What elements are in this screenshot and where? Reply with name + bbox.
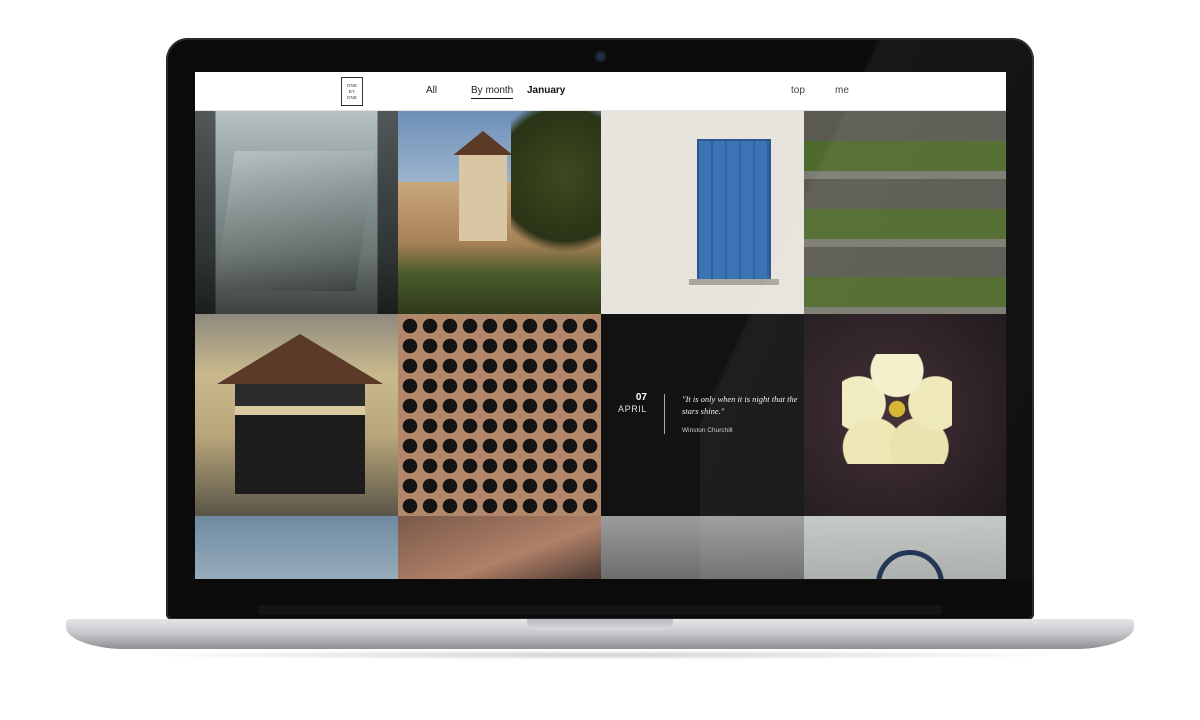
quote-tile: 07 APRIL "It is only when it is night th… (601, 314, 804, 516)
photo-tile[interactable] (601, 111, 804, 314)
top-nav: ONE BY ONE All By month January top me (195, 72, 1006, 111)
logo-line-3: ONE (346, 95, 358, 100)
bezel-bottom (258, 605, 942, 615)
screen: ONE BY ONE All By month January top me 0… (195, 72, 1006, 579)
laptop-shadow (120, 650, 1080, 660)
quote-date: 07 APRIL (617, 392, 647, 414)
photo-tile[interactable] (398, 516, 601, 579)
photo-tile[interactable] (195, 516, 398, 579)
nav-me-link[interactable]: me (835, 85, 849, 96)
nav-top-link[interactable]: top (791, 85, 805, 96)
laptop-notch (527, 619, 673, 630)
quote-text: "It is only when it is night that the st… (682, 394, 798, 416)
quote-month: APRIL (617, 404, 647, 414)
logo-line-2: BY (348, 89, 356, 94)
photo-tile[interactable] (398, 111, 601, 314)
photo-tile[interactable] (804, 516, 1006, 579)
quote-author: Winston Churchill (682, 427, 733, 434)
photo-tile[interactable] (601, 516, 804, 579)
logo-line-1: ONE (346, 83, 358, 88)
site-logo[interactable]: ONE BY ONE (341, 77, 363, 106)
quote-day: 07 (635, 392, 647, 403)
photo-grid: 07 APRIL "It is only when it is night th… (195, 111, 1006, 579)
camera-icon (596, 52, 605, 61)
nav-by-month-link[interactable]: By month (471, 85, 514, 99)
photo-tile[interactable] (195, 314, 398, 516)
laptop-mockup: ONE BY ONE All By month January top me 0… (0, 0, 1200, 720)
photo-tile[interactable] (804, 314, 1006, 516)
nav-month-selector[interactable]: January (527, 85, 565, 96)
photo-tile[interactable] (398, 314, 601, 516)
photo-tile[interactable] (195, 111, 398, 314)
nav-all-link[interactable]: All (426, 85, 437, 96)
quote-divider (664, 394, 665, 434)
photo-tile[interactable] (804, 111, 1006, 314)
